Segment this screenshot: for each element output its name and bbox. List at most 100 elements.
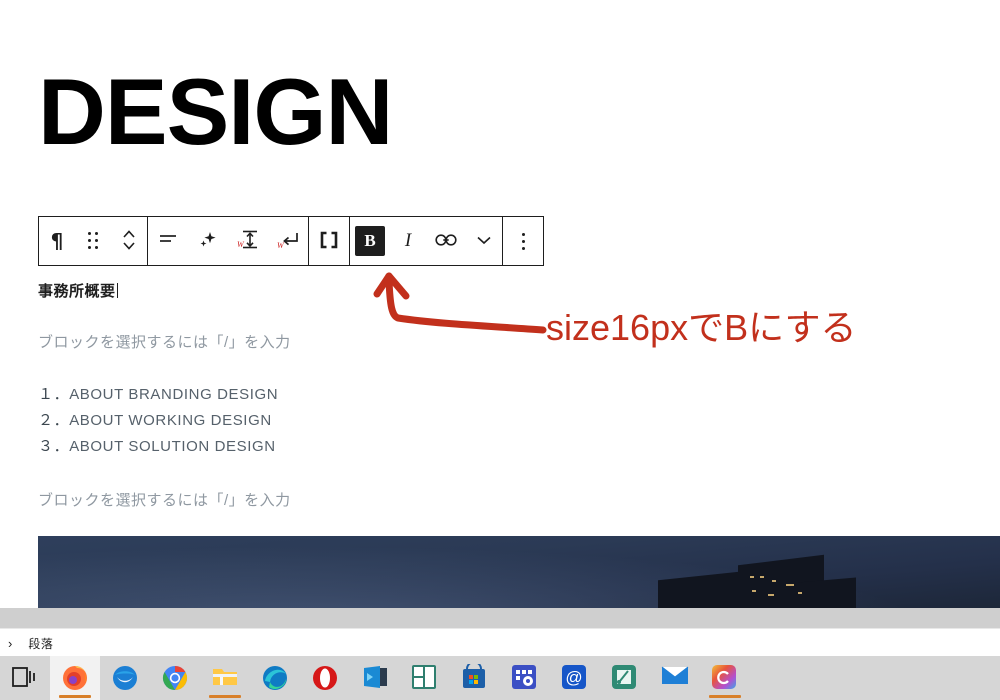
shortcode-button[interactable]	[309, 217, 349, 265]
empty-block-placeholder-1[interactable]: ブロックを選択するには「/」を入力	[38, 331, 291, 352]
building-window	[786, 584, 794, 586]
image-block[interactable]	[38, 536, 1000, 608]
block-type-paragraph-button[interactable]: ¶	[39, 217, 75, 265]
edge-icon	[261, 664, 289, 692]
taskbar-item-firefox[interactable]	[50, 656, 100, 700]
creative-cloud-icon	[711, 664, 739, 692]
chevron-down-icon	[476, 234, 492, 249]
toolbar-group-options	[503, 217, 543, 265]
chrome-icon	[161, 664, 189, 692]
svg-text:W: W	[277, 241, 285, 250]
line-break-button[interactable]: W	[268, 217, 308, 265]
taskbar[interactable]: @	[0, 656, 1000, 700]
building-window	[772, 580, 776, 582]
grid-settings-icon	[511, 664, 539, 692]
list-item: １．ABOUT BRANDING DESIGN	[38, 382, 278, 408]
link-button[interactable]	[426, 217, 466, 265]
list-item-number: ３．	[38, 438, 70, 455]
envelope-icon	[661, 664, 689, 692]
folder-icon	[211, 664, 239, 692]
align-text-button[interactable]	[148, 217, 188, 265]
active-indicator	[59, 695, 91, 698]
toolbar-group-ime: W W	[148, 217, 309, 265]
italic-button[interactable]: I	[390, 217, 426, 265]
taskbar-item-settings-grid-app[interactable]	[500, 656, 550, 700]
taskbar-item-microsoft-store[interactable]	[450, 656, 500, 700]
firefox-icon	[61, 664, 89, 692]
building-silhouette	[798, 577, 856, 608]
taskbar-item-chrome[interactable]	[150, 656, 200, 700]
opera-icon	[311, 664, 339, 692]
list-item: ２．ABOUT WORKING DESIGN	[38, 408, 278, 434]
ordered-list-block[interactable]: １．ABOUT BRANDING DESIGN ２．ABOUT WORKING …	[38, 382, 278, 460]
breadcrumb-chevron-icon: ›	[8, 635, 13, 651]
taskbar-item-opera[interactable]	[300, 656, 350, 700]
building-window	[798, 592, 802, 594]
italic-icon: I	[404, 230, 412, 251]
taskbar-item-movies-tv[interactable]	[350, 656, 400, 700]
editor-canvas[interactable]: DESIGN ¶ W W B I 事務所概要 ブロックを選択するには「/」を入力…	[0, 0, 1000, 608]
heading-paragraph-text: 事務所概要	[38, 283, 116, 300]
heading-paragraph-block[interactable]: 事務所概要	[38, 280, 118, 301]
taskbar-item-edge[interactable]	[250, 656, 300, 700]
building-window	[768, 594, 774, 596]
align-icon	[158, 232, 178, 251]
svg-text:@: @	[565, 668, 582, 687]
movies-tv-icon	[361, 664, 389, 692]
taskbar-item-thunderbird[interactable]	[100, 656, 150, 700]
bold-icon: B	[355, 226, 385, 256]
taskbar-item-mail-at-app[interactable]: @	[550, 656, 600, 700]
taskbar-item-capture-app[interactable]	[600, 656, 650, 700]
taskbar-item-file-explorer[interactable]	[200, 656, 250, 700]
taskbar-item-creative-cloud[interactable]	[700, 656, 750, 700]
sparkle-icon	[198, 230, 218, 253]
taskbar-item-panel-app[interactable]	[400, 656, 450, 700]
list-item: ３．ABOUT SOLUTION DESIGN	[38, 434, 278, 460]
brackets-icon	[319, 231, 339, 252]
screen: DESIGN ¶ W W B I 事務所概要 ブロックを選択するには「/」を入力…	[0, 0, 1000, 700]
active-indicator	[709, 695, 741, 698]
list-item-text: ABOUT BRANDING DESIGN	[69, 386, 279, 403]
list-item-number: １．	[38, 386, 70, 403]
taskbar-item-task-view[interactable]	[0, 656, 50, 700]
thunderbird-icon	[111, 664, 139, 692]
line-height-icon: W	[236, 228, 260, 255]
horizontal-scrollbar[interactable]	[0, 608, 1000, 628]
move-up-down-button[interactable]	[111, 217, 147, 265]
pilcrow-icon: ¶	[50, 229, 64, 253]
store-icon	[461, 664, 489, 692]
annotation-arrow-icon	[373, 272, 547, 334]
toolbar-group-format: B I	[350, 217, 503, 265]
building-window	[750, 576, 754, 578]
ai-sparkle-button[interactable]	[188, 217, 228, 265]
taskbar-item-mail-envelope[interactable]	[650, 656, 700, 700]
block-options-button[interactable]	[503, 217, 543, 265]
link-icon	[435, 232, 457, 251]
block-toolbar[interactable]: ¶ W W B I	[38, 216, 544, 266]
list-item-text: ABOUT WORKING DESIGN	[69, 412, 272, 429]
page-title: DESIGN	[38, 59, 393, 164]
more-formatting-button[interactable]	[466, 217, 502, 265]
chevron-up-down-icon	[122, 228, 136, 255]
panel-icon	[411, 664, 439, 692]
toolbar-group-shortcode	[309, 217, 350, 265]
active-indicator	[209, 695, 241, 698]
return-arrow-icon: W	[276, 228, 300, 255]
drag-handle-button[interactable]	[75, 217, 111, 265]
at-sign-icon: @	[561, 664, 589, 692]
annotation-text: size16pxでBにする	[546, 307, 857, 348]
task-view-icon	[11, 664, 39, 692]
toolbar-group-block: ¶	[39, 217, 148, 265]
list-item-text: ABOUT SOLUTION DESIGN	[69, 438, 276, 455]
vertical-dots-icon	[521, 232, 525, 250]
empty-block-placeholder-2[interactable]: ブロックを選択するには「/」を入力	[38, 489, 291, 510]
bold-button[interactable]: B	[350, 217, 390, 265]
building-window	[760, 576, 764, 578]
text-caret	[116, 283, 118, 298]
line-height-button[interactable]: W	[228, 217, 268, 265]
drag-dots-icon	[87, 232, 99, 250]
capture-icon	[611, 664, 639, 692]
breadcrumb[interactable]: › 段落	[0, 628, 1000, 657]
breadcrumb-label[interactable]: 段落	[28, 635, 53, 652]
building-window	[752, 590, 756, 592]
